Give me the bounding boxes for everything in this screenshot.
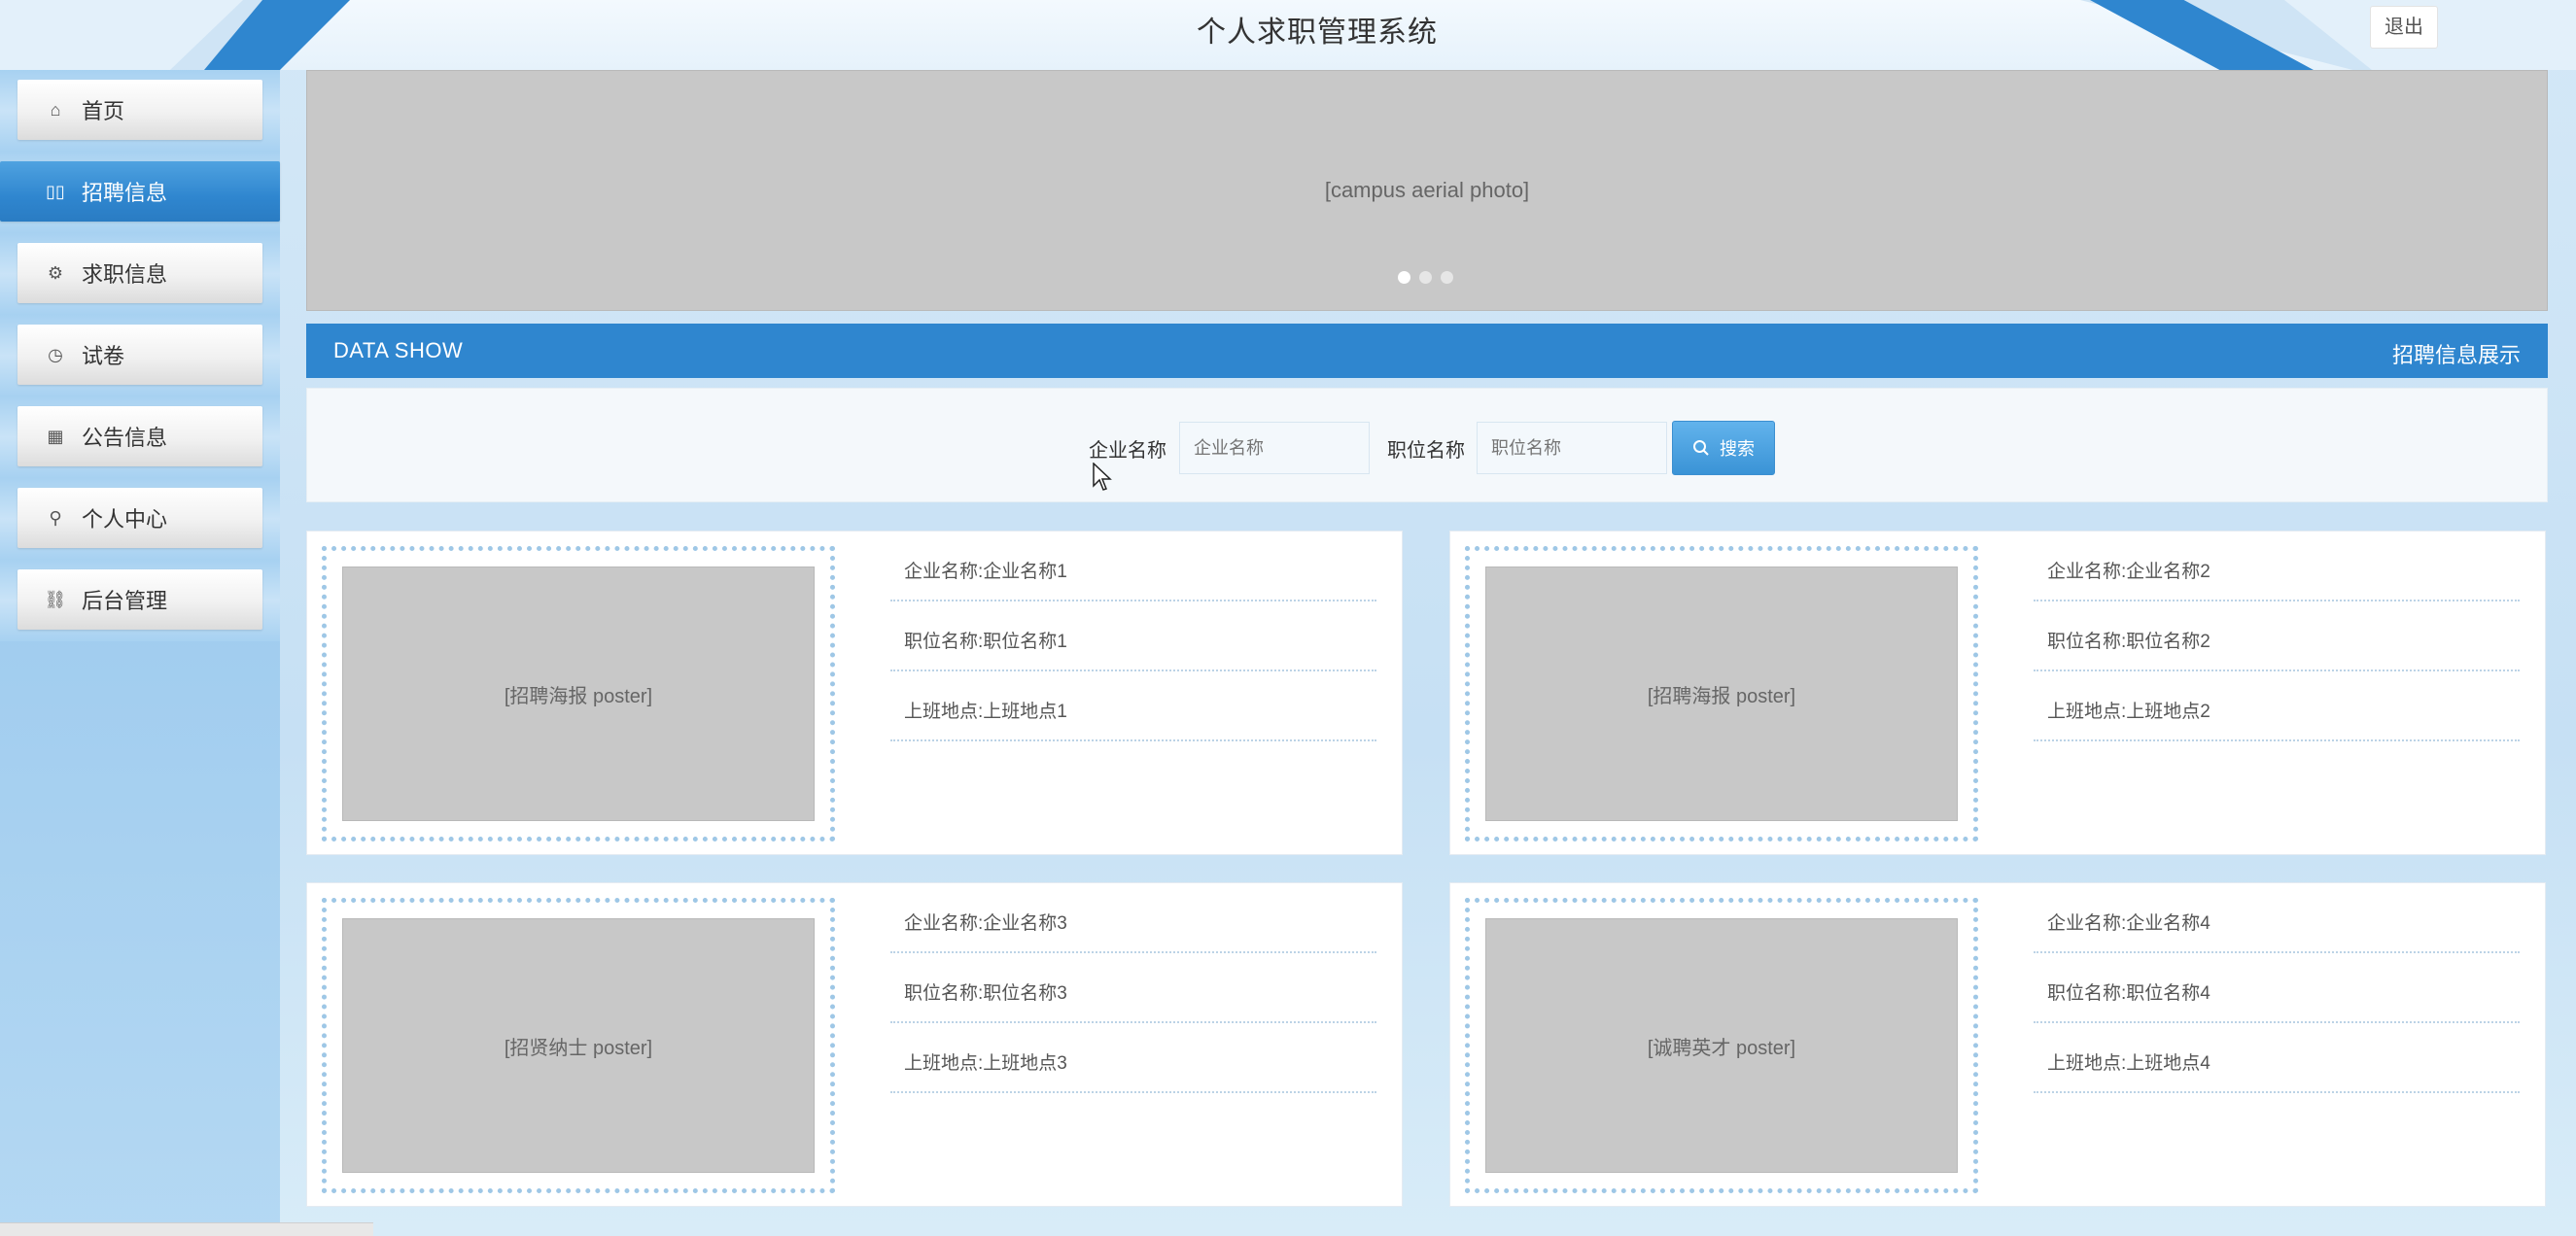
- mouse-cursor-icon: [1093, 463, 1112, 491]
- sidebar-item-job-seeking[interactable]: ⚙ 求职信息: [17, 243, 262, 303]
- sidebar-item-profile[interactable]: ⚲ 个人中心: [17, 488, 262, 548]
- carousel-indicators: [1398, 271, 1453, 284]
- sidebar-item-label: 首页: [82, 99, 125, 123]
- job-card-image[interactable]: [招聘海报 poster]: [1485, 566, 1958, 821]
- section-header: DATA SHOW 招聘信息展示: [306, 324, 2548, 378]
- company-name-label: 企业名称: [1089, 440, 1166, 462]
- apps-icon: ▦: [47, 426, 64, 446]
- section-title-right: 招聘信息展示: [2391, 343, 2521, 367]
- job-card-location: 上班地点:上班地点3: [890, 1023, 1376, 1093]
- job-card-company: 企业名称:企业名称1: [890, 532, 1376, 601]
- sidebar-item-label: 试卷: [82, 344, 125, 368]
- carousel-dot[interactable]: [1441, 271, 1453, 284]
- clock-icon: ◷: [48, 344, 63, 364]
- company-name-input[interactable]: [1179, 422, 1370, 474]
- search-button-label: 搜索: [1720, 439, 1755, 459]
- job-card-position: 职位名称:职位名称4: [2034, 953, 2520, 1023]
- job-card-company: 企业名称:企业名称2: [2034, 532, 2520, 601]
- user-icon: ⚲: [49, 507, 62, 528]
- browser-status-bar: [0, 1222, 373, 1236]
- sidebar-item-recruitment[interactable]: ▯▯ 招聘信息: [0, 161, 280, 222]
- site-title: 个人求职管理系统: [1197, 17, 1438, 49]
- grid-icon: ▯▯: [46, 181, 65, 201]
- job-card-location: 上班地点:上班地点2: [2034, 671, 2520, 741]
- sidebar: ⌂ 首页 ▯▯ 招聘信息 ⚙ 求职信息 ◷ 试卷 ▦ 公告信息 ⚲ 个人中心 ⛓…: [0, 70, 280, 1236]
- sidebar-item-admin[interactable]: ⛓ 后台管理: [17, 569, 262, 630]
- job-card-image-frame: [诚聘英才 poster]: [1465, 898, 1978, 1193]
- header-bar: 个人求职管理系统 退出: [0, 0, 2576, 70]
- job-card[interactable]: [招贤纳士 poster] 企业名称:企业名称3 职位名称:职位名称3 上班地点…: [306, 882, 1403, 1207]
- job-card-image[interactable]: [诚聘英才 poster]: [1485, 918, 1958, 1173]
- search-icon: [1693, 440, 1709, 456]
- sidebar-item-label: 招聘信息: [82, 181, 168, 205]
- logout-button[interactable]: 退出: [2370, 6, 2438, 49]
- job-card-company: 企业名称:企业名称3: [890, 883, 1376, 953]
- search-panel: 企业名称 职位名称 搜索: [306, 388, 2548, 502]
- sidebar-item-label: 求职信息: [82, 262, 168, 287]
- sidebar-item-label: 公告信息: [82, 426, 168, 450]
- banner-carousel[interactable]: [campus aerial photo]: [306, 70, 2548, 311]
- job-card-company: 企业名称:企业名称4: [2034, 883, 2520, 953]
- sidebar-item-notices[interactable]: ▦ 公告信息: [17, 406, 262, 466]
- gear-icon: ⚙: [47, 262, 64, 283]
- job-card-image[interactable]: [招聘海报 poster]: [342, 566, 815, 821]
- sidebar-item-label: 后台管理: [82, 589, 168, 613]
- carousel-dot[interactable]: [1419, 271, 1432, 284]
- carousel-dot[interactable]: [1398, 271, 1410, 284]
- position-name-input[interactable]: [1477, 422, 1667, 474]
- job-card[interactable]: [招聘海报 poster] 企业名称:企业名称2 职位名称:职位名称2 上班地点…: [1449, 531, 2546, 855]
- section-title-left: DATA SHOW: [333, 338, 464, 362]
- job-card-image-frame: [招聘海报 poster]: [322, 546, 835, 841]
- job-card[interactable]: [诚聘英才 poster] 企业名称:企业名称4 职位名称:职位名称4 上班地点…: [1449, 882, 2546, 1207]
- sidebar-item-home[interactable]: ⌂ 首页: [17, 80, 262, 140]
- job-card-image[interactable]: [招贤纳士 poster]: [342, 918, 815, 1173]
- search-button[interactable]: 搜索: [1672, 421, 1775, 475]
- job-card-location: 上班地点:上班地点4: [2034, 1023, 2520, 1093]
- position-name-label: 职位名称: [1387, 440, 1465, 462]
- job-card-image-frame: [招聘海报 poster]: [1465, 546, 1978, 841]
- home-icon: ⌂: [50, 99, 61, 120]
- sidebar-item-exam[interactable]: ◷ 试卷: [17, 325, 262, 385]
- job-card-position: 职位名称:职位名称1: [890, 601, 1376, 671]
- job-card-image-frame: [招贤纳士 poster]: [322, 898, 835, 1193]
- job-card-position: 职位名称:职位名称3: [890, 953, 1376, 1023]
- job-card-location: 上班地点:上班地点1: [890, 671, 1376, 741]
- job-card-position: 职位名称:职位名称2: [2034, 601, 2520, 671]
- job-card[interactable]: [招聘海报 poster] 企业名称:企业名称1 职位名称:职位名称1 上班地点…: [306, 531, 1403, 855]
- link-icon: ⛓: [44, 589, 67, 609]
- sidebar-item-label: 个人中心: [82, 507, 168, 532]
